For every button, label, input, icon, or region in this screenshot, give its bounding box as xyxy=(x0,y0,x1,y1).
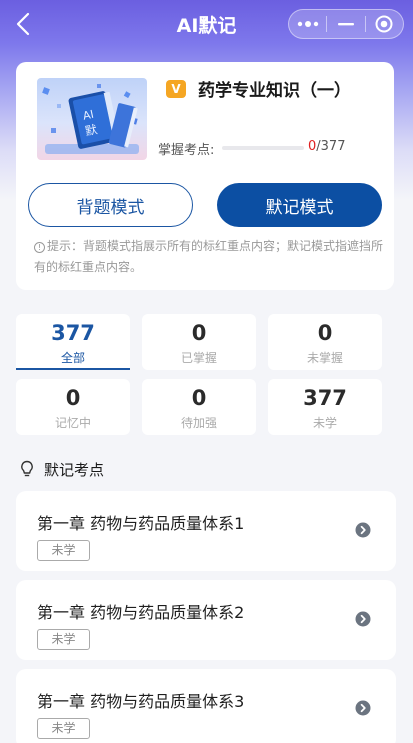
target-close-icon xyxy=(375,15,393,33)
minimize-icon xyxy=(338,23,354,26)
section-header: 默记考点 xyxy=(20,458,104,480)
mastery-count: 0/377 xyxy=(308,139,345,154)
chevron-right-circle-icon xyxy=(355,522,371,538)
item-title: 第一章 药物与药品质量体系3 xyxy=(37,692,245,711)
stat-label: 待加强 xyxy=(180,416,217,430)
recite-mode-button[interactable]: 背题模式 xyxy=(28,183,193,227)
stat-value: 0 xyxy=(317,321,333,345)
course-title: 药学专业知识（一） xyxy=(198,81,351,101)
navbar: AI默记 xyxy=(0,0,413,48)
memo-mode-button[interactable]: 默记模式 xyxy=(217,183,382,227)
item-title: 第一章 药物与药品质量体系1 xyxy=(37,514,245,533)
info-icon: ! xyxy=(34,242,45,253)
stat-label: 未学 xyxy=(312,416,337,430)
list-item[interactable]: 第一章 药物与药品质量体系1 未学 xyxy=(16,491,396,571)
stat-value: 0 xyxy=(65,386,81,410)
more-dots-icon xyxy=(297,21,318,27)
stat-not-mastered[interactable]: 0 未掌握 xyxy=(268,314,382,370)
vip-badge: V xyxy=(166,80,186,98)
stat-value: 377 xyxy=(51,321,95,345)
stat-needs-work[interactable]: 0 待加强 xyxy=(142,379,256,435)
mastery-label: 掌握考点: xyxy=(158,143,215,158)
course-cover-image: AI 默 xyxy=(37,78,147,160)
chevron-left-icon xyxy=(16,12,30,36)
stat-label: 已掌握 xyxy=(180,351,217,365)
stat-label: 未掌握 xyxy=(306,351,343,365)
status-badge: 未学 xyxy=(37,718,90,739)
miniprogram-capsule xyxy=(288,9,404,39)
stat-memorizing[interactable]: 0 记忆中 xyxy=(16,379,130,435)
stat-value: 0 xyxy=(191,321,207,345)
section-title: 默记考点 xyxy=(44,460,105,479)
more-button[interactable] xyxy=(289,10,326,38)
stat-label: 全部 xyxy=(60,351,85,365)
stat-label: 记忆中 xyxy=(54,416,91,430)
mode-tip: ! 提示：背题模式指展示所有的标红重点内容；默记模式指遮挡所有的标红重点内容。 xyxy=(34,236,384,278)
item-title: 第一章 药物与药品质量体系2 xyxy=(37,603,245,622)
status-badge: 未学 xyxy=(37,629,90,650)
stat-all[interactable]: 377 全部 xyxy=(16,314,130,370)
status-badge: 未学 xyxy=(37,540,90,561)
list-item[interactable]: 第一章 药物与药品质量体系2 未学 xyxy=(16,580,396,660)
stat-mastered[interactable]: 0 已掌握 xyxy=(142,314,256,370)
mastery-progress-bar xyxy=(222,146,304,150)
chevron-right-circle-icon xyxy=(355,611,371,627)
stat-value: 0 xyxy=(191,386,207,410)
chevron-right-circle-icon xyxy=(355,700,371,716)
stat-unlearned[interactable]: 377 未学 xyxy=(268,379,382,435)
total-count: /377 xyxy=(316,139,346,154)
close-button[interactable] xyxy=(366,10,403,38)
stat-value: 377 xyxy=(303,386,347,410)
back-button[interactable] xyxy=(12,10,36,38)
list-item[interactable]: 第一章 药物与药品质量体系3 未学 xyxy=(16,669,396,743)
lightbulb-icon xyxy=(21,460,33,477)
minimize-button[interactable] xyxy=(327,10,364,38)
tip-text: 提示：背题模式指展示所有的标红重点内容；默记模式指遮挡所有的标红重点内容。 xyxy=(34,239,384,274)
course-card: AI 默 V 药学专业知识（一） 掌握考点: 0/377 背题模式 默记模式 !… xyxy=(16,62,394,290)
